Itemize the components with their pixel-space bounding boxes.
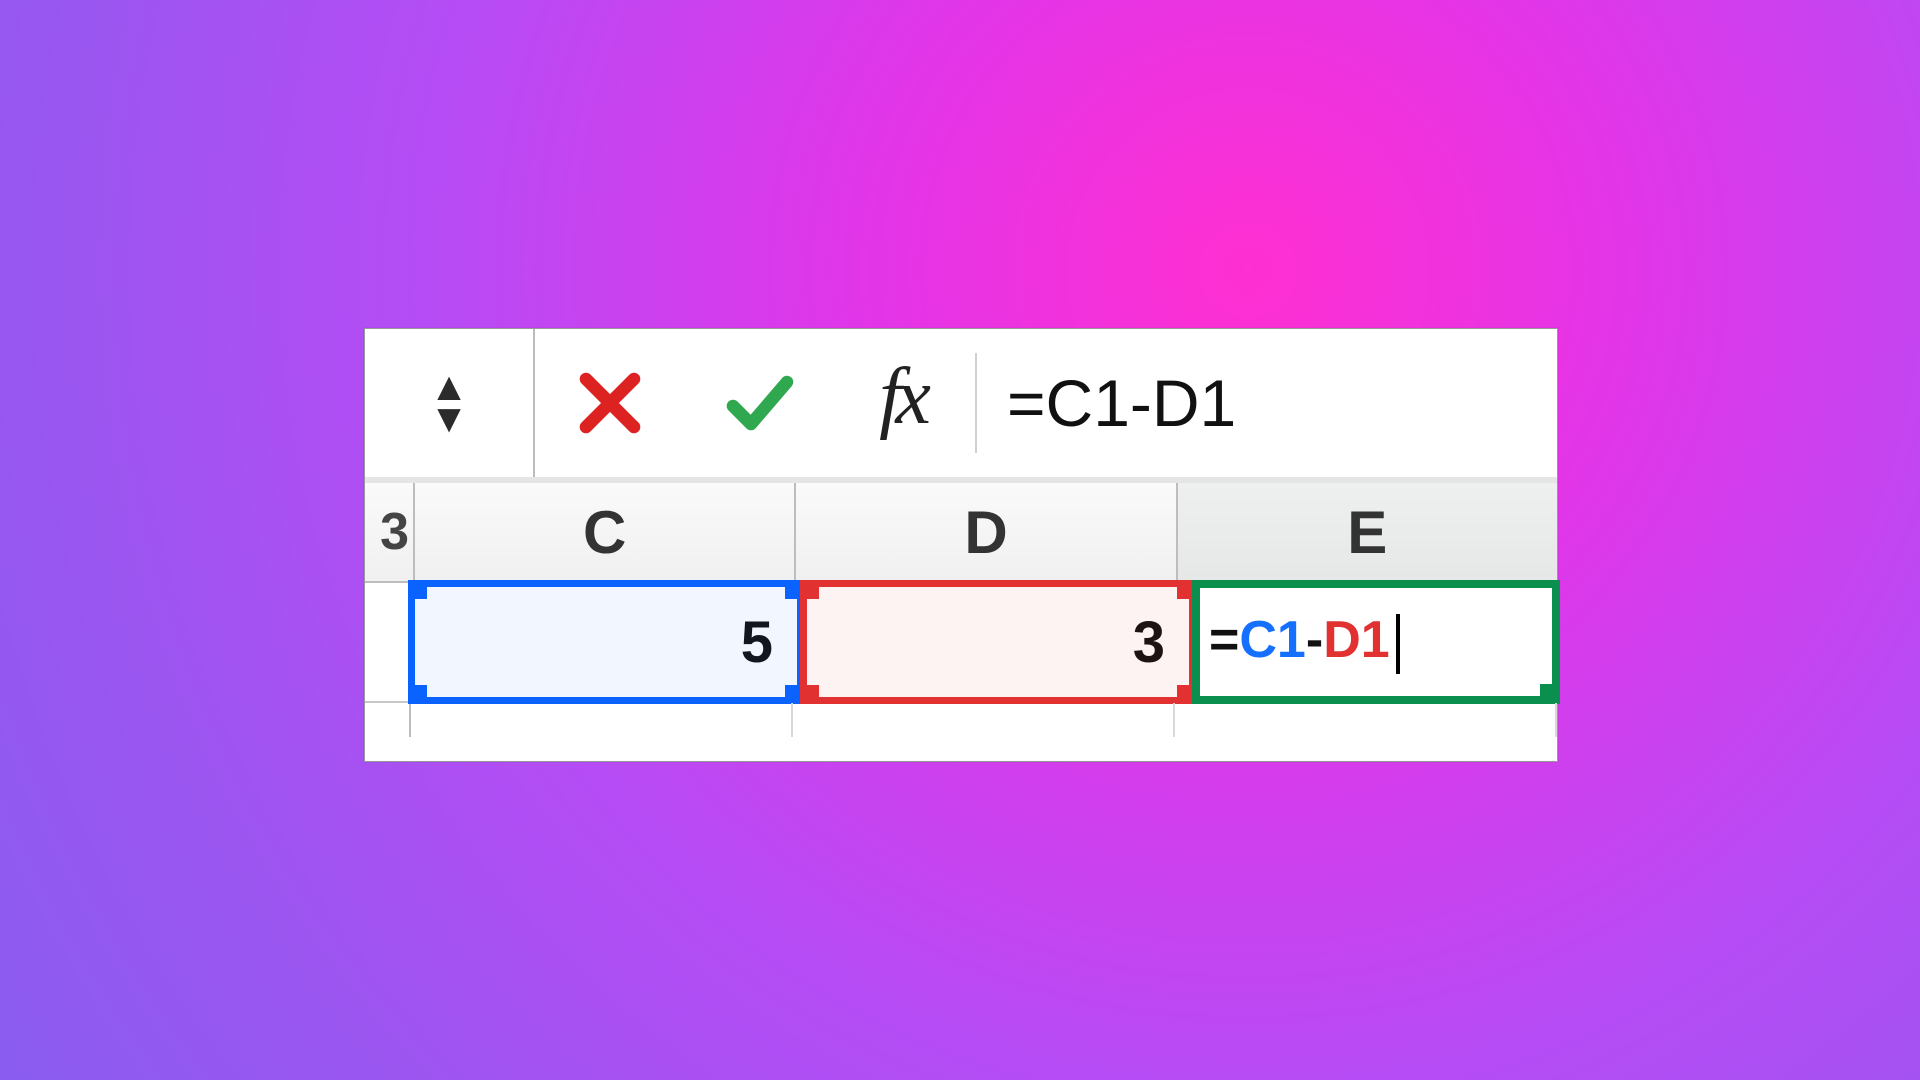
formula-minus: -: [1306, 611, 1323, 669]
cell-c2[interactable]: [411, 703, 793, 737]
cell-e2[interactable]: [1175, 703, 1557, 737]
cell-c1[interactable]: 5: [411, 583, 803, 701]
name-box-stepper[interactable]: ▲ ▼: [429, 373, 469, 433]
name-box[interactable]: ▲ ▼: [365, 329, 535, 477]
fx-icon: fx: [869, 352, 941, 455]
row-2-partial: [365, 703, 1557, 737]
spreadsheet-panel: ▲ ▼ fx =C1-D1: [364, 328, 1558, 762]
text-caret: [1396, 614, 1400, 674]
formula-input[interactable]: =C1-D1: [977, 329, 1557, 477]
column-header-d[interactable]: D: [796, 483, 1177, 581]
formula-input-text: =C1-D1: [1007, 365, 1236, 441]
formula-ref-c: C1: [1239, 611, 1305, 669]
column-header-c-label: C: [583, 498, 626, 567]
formula-bar: ▲ ▼ fx =C1-D1: [365, 329, 1557, 483]
stepper-down-icon[interactable]: ▼: [429, 405, 469, 433]
cell-d1-value: 3: [1133, 609, 1165, 676]
cancel-icon: [574, 367, 646, 439]
background: ▲ ▼ fx =C1-D1: [0, 0, 1920, 1080]
column-header-b-partial[interactable]: 3: [365, 483, 415, 581]
column-header-e[interactable]: E: [1178, 483, 1557, 581]
cell-e1[interactable]: =C1-D1: [1195, 583, 1557, 701]
formula-ref-d: D1: [1323, 611, 1389, 669]
cell-c1-value: 5: [741, 609, 773, 676]
cell-e1-editor[interactable]: =C1-D1: [1195, 610, 1557, 673]
formula-eq: =: [1209, 611, 1239, 669]
column-header-c[interactable]: C: [415, 483, 796, 581]
cell-d1[interactable]: 3: [803, 583, 1195, 701]
accept-button[interactable]: [685, 329, 835, 477]
row-1: 5 3 =C1-D1: [365, 583, 1557, 703]
accept-icon: [724, 367, 796, 439]
function-wizard-button[interactable]: fx: [835, 329, 975, 477]
row-gutter[interactable]: [365, 583, 411, 701]
cell-d2[interactable]: [793, 703, 1175, 737]
column-header-d-label: D: [964, 498, 1007, 567]
column-headers: 3 C D E: [365, 483, 1557, 583]
column-header-b-label: 3: [380, 502, 409, 562]
cancel-button[interactable]: [535, 329, 685, 477]
column-header-e-label: E: [1347, 498, 1387, 567]
